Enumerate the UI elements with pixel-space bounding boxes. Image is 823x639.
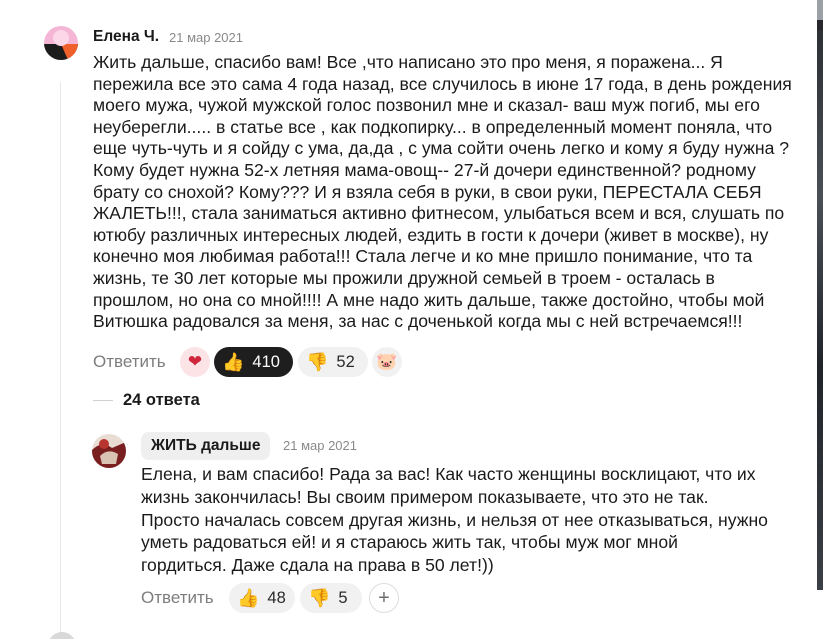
reply-avatar[interactable] <box>92 434 126 468</box>
comment-text-line: жизнь, те 30 лет которые мы прожили друж… <box>93 267 715 288</box>
reply-text-line: Просто началась совсем другая жизнь, и н… <box>141 509 768 530</box>
comment-text-line: брату со снохой? Кому??? И я взяла себя … <box>93 181 762 202</box>
comment-text-line: Жить дальше, спасибо вам! Все ,что напис… <box>93 52 723 72</box>
comment-text-line: пережила все это сама 4 года назад, все … <box>93 73 792 94</box>
reply-text-line: Елена, и вам спасибо! Рада за вас! Как ч… <box>141 464 756 484</box>
comment-author[interactable]: Елена Ч. <box>93 28 159 46</box>
comment-text-line: ЖАЛЕТЬ!!!, стала заниматься активно фитн… <box>93 203 785 224</box>
thumbs-up-icon: 👍 <box>237 587 260 608</box>
reply-reply-button[interactable]: Ответить <box>141 588 214 608</box>
reply-like-button[interactable]: 👍 48 <box>229 583 295 613</box>
reply-button[interactable]: Ответить <box>93 352 166 372</box>
comment-text-line: прошлом, но она со мной!!!! А мне надо ж… <box>93 289 765 310</box>
reply-text-line: жизнь закончилась! Вы своим примером пок… <box>141 486 709 507</box>
pig-icon: 🐷 <box>376 352 398 371</box>
comment-text-line: еще чуть-чуть и я сойду с ума, да,да , с… <box>93 138 790 159</box>
comment-text-line: моего мужа, чужой мужской голос позвонил… <box>93 95 760 116</box>
comment-date: 21 мар 2021 <box>169 30 244 45</box>
reply-avatar-image <box>92 434 126 468</box>
user-avatar-image <box>44 26 78 60</box>
reply-author-badge[interactable]: ЖИТЬ дальше <box>141 432 271 460</box>
pig-reaction-button[interactable]: 🐷 <box>372 347 402 377</box>
dislike-count: 52 <box>336 352 355 371</box>
next-comment-avatar[interactable] <box>48 632 76 639</box>
reply-like-count: 48 <box>267 588 286 607</box>
replies-toggle[interactable]: 24 ответа <box>123 391 200 410</box>
replies-divider <box>93 400 113 401</box>
add-reaction-button[interactable]: + <box>369 583 399 613</box>
dislike-button[interactable]: 👎 52 <box>298 347 368 377</box>
comment-text-line: конечно моя любимая работа!!! Стала легч… <box>93 246 753 267</box>
heart-face-icon: ❤ <box>187 352 203 371</box>
comment-text: Жить дальше, спасибо вам! Все ,что напис… <box>93 52 792 333</box>
heart-reaction-icon[interactable]: ❤ <box>180 347 210 377</box>
reply-text-line: уметь радоваться ей! и я стараюсь жить т… <box>141 532 678 553</box>
avatar[interactable] <box>44 26 78 60</box>
reply-date: 21 мар 2021 <box>283 438 358 453</box>
thumbs-down-icon: 👎 <box>308 587 331 608</box>
reply-text-line: гордиться. Даже сдала на права в 50 лет!… <box>141 555 494 576</box>
reply-dislike-button[interactable]: 👎 5 <box>300 583 362 613</box>
right-edge-strip <box>817 0 823 639</box>
comment-text-line: неуберегли..... в статье все , как подко… <box>93 116 773 137</box>
reply-text: Елена, и вам спасибо! Рада за вас! Как ч… <box>141 463 768 577</box>
plus-icon: + <box>378 586 390 609</box>
like-button[interactable]: 👍 410 <box>214 347 293 377</box>
reply-dislike-count: 5 <box>338 588 348 607</box>
comment-text-line: Витюшка радовался за меня, за нас с доче… <box>93 311 743 332</box>
thumbs-down-icon: 👎 <box>306 351 329 372</box>
like-count: 410 <box>252 352 280 371</box>
thumbs-up-icon: 👍 <box>222 351 245 372</box>
comment-text-line: Кому будет нужна 52-х летняя мама-овощ--… <box>93 159 756 180</box>
comment-text-line: ютюбу различных интересных людей, ездить… <box>93 224 769 245</box>
thread-line <box>60 82 61 632</box>
